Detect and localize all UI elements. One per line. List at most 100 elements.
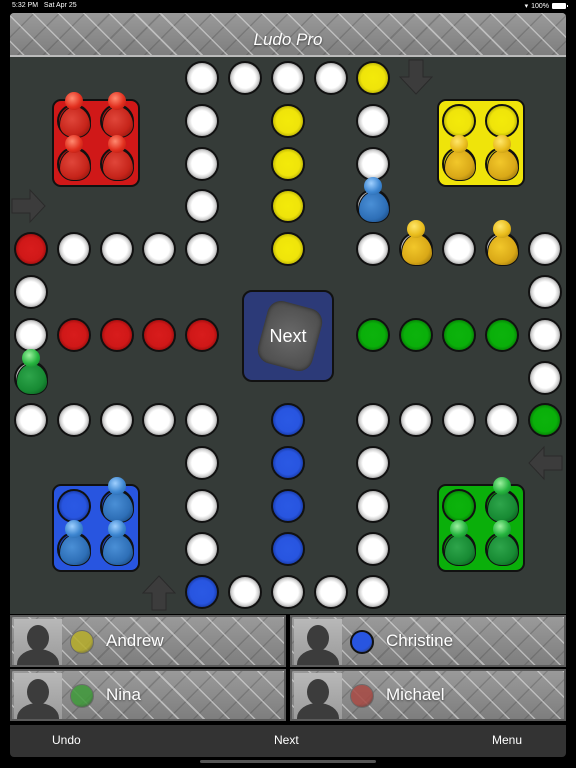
status-time: 5:32 PM Sat Apr 25 [12, 2, 77, 9]
board-cell-blue[interactable] [270, 531, 305, 566]
yellow-pawn[interactable] [485, 220, 519, 267]
player-color-chip [350, 684, 374, 708]
board-cell-blue[interactable] [270, 446, 305, 481]
board-cell-white[interactable] [356, 103, 391, 138]
board-cell-white[interactable] [185, 446, 220, 481]
board-cell-blue[interactable] [270, 403, 305, 438]
board-cell-white[interactable] [185, 232, 220, 267]
board-cell-white[interactable] [356, 574, 391, 609]
board-cell-white[interactable] [185, 146, 220, 181]
dice-box[interactable]: Next [242, 290, 334, 382]
board-cell-white[interactable] [56, 232, 91, 267]
board-cell-red[interactable] [14, 232, 48, 267]
board-cell-white[interactable] [313, 574, 348, 609]
board-cell-red[interactable] [56, 317, 91, 352]
red-pawn[interactable] [57, 91, 91, 138]
board-cell-yellow[interactable] [270, 232, 305, 267]
menu-button[interactable]: Menu [492, 733, 522, 747]
battery-icon [552, 3, 568, 9]
blue-home-slot[interactable] [56, 489, 91, 523]
board-cell-white[interactable] [527, 317, 562, 352]
board-cell-red[interactable] [185, 317, 220, 352]
board-cell-white[interactable] [527, 232, 562, 267]
game-board[interactable]: Next [10, 57, 566, 614]
board-cell-white[interactable] [527, 360, 562, 395]
board-cell-white[interactable] [14, 275, 48, 309]
board-cell-green[interactable] [356, 317, 391, 352]
board-cell-white[interactable] [313, 61, 348, 95]
red-start-arrow-icon [11, 188, 46, 224]
board-cell-yellow[interactable] [356, 61, 391, 95]
board-cell-white[interactable] [356, 403, 391, 438]
undo-button[interactable]: Undo [52, 733, 81, 747]
board-cell-white[interactable] [99, 403, 134, 438]
board-cell-white[interactable] [356, 146, 391, 181]
yellow-pawn[interactable] [442, 134, 476, 181]
status-bar: 5:32 PM Sat Apr 25 ▾ 100% [0, 0, 576, 12]
blue-pawn[interactable] [356, 177, 391, 224]
board-cell-white[interactable] [185, 489, 220, 523]
avatar [294, 619, 342, 665]
dice-next-label[interactable]: Next [244, 326, 332, 347]
next-button[interactable]: Next [274, 733, 299, 747]
board-cell-red[interactable] [99, 317, 134, 352]
board-cell-white[interactable] [14, 403, 48, 438]
board-cell-white[interactable] [56, 403, 91, 438]
board-cell-white[interactable] [142, 403, 177, 438]
blue-pawn[interactable] [57, 519, 91, 566]
red-pawn[interactable] [57, 134, 91, 181]
board-cell-red[interactable] [142, 317, 177, 352]
board-cell-blue[interactable] [270, 489, 305, 523]
green-pawn[interactable] [485, 519, 519, 566]
board-cell-white[interactable] [142, 232, 177, 267]
green-home-slot[interactable] [442, 489, 476, 523]
yellow-pawn[interactable] [485, 134, 519, 181]
green-pawn[interactable] [442, 519, 476, 566]
board-cell-white[interactable] [356, 489, 391, 523]
player-card[interactable]: Michael [290, 669, 566, 721]
board-cell-white[interactable] [399, 403, 434, 438]
blue-pawn[interactable] [100, 477, 134, 523]
board-cell-yellow[interactable] [270, 103, 305, 138]
board-cell-green[interactable] [442, 317, 476, 352]
board-cell-green[interactable] [399, 317, 434, 352]
home-indicator[interactable] [200, 760, 376, 763]
blue-pawn[interactable] [100, 519, 134, 566]
board-cell-white[interactable] [442, 403, 476, 438]
player-card[interactable]: Christine [290, 615, 566, 667]
player-color-chip [70, 630, 94, 654]
red-pawn[interactable] [100, 91, 134, 138]
board-cell-white[interactable] [14, 317, 48, 352]
board-cell-white[interactable] [442, 232, 476, 267]
player-card[interactable]: Andrew [10, 615, 286, 667]
board-cell-white[interactable] [185, 531, 220, 566]
board-cell-white[interactable] [356, 531, 391, 566]
red-pawn[interactable] [100, 134, 134, 181]
yellow-home-slot[interactable] [442, 103, 476, 138]
board-cell-white[interactable] [228, 574, 262, 609]
player-card[interactable]: Nina [10, 669, 286, 721]
board-cell-white[interactable] [527, 275, 562, 309]
board-cell-blue[interactable] [185, 574, 220, 609]
board-cell-white[interactable] [356, 232, 391, 267]
board-cell-white[interactable] [356, 446, 391, 481]
board-cell-yellow[interactable] [270, 146, 305, 181]
board-cell-yellow[interactable] [270, 189, 305, 224]
board-cell-white[interactable] [228, 61, 262, 95]
board-cell-white[interactable] [185, 103, 220, 138]
yellow-pawn[interactable] [399, 220, 434, 267]
board-cell-green[interactable] [484, 317, 519, 352]
green-start-arrow-icon [528, 445, 563, 481]
yellow-home-slot[interactable] [484, 103, 519, 138]
time-text: 5:32 PM [12, 2, 39, 9]
board-cell-white[interactable] [270, 574, 305, 609]
board-cell-white[interactable] [185, 61, 220, 95]
board-cell-white[interactable] [270, 61, 305, 95]
board-cell-white[interactable] [185, 403, 220, 438]
green-pawn[interactable] [485, 477, 519, 523]
board-cell-white[interactable] [99, 232, 134, 267]
board-cell-white[interactable] [484, 403, 519, 438]
green-pawn[interactable] [14, 348, 48, 395]
board-cell-green[interactable] [527, 403, 562, 438]
board-cell-white[interactable] [185, 189, 220, 224]
